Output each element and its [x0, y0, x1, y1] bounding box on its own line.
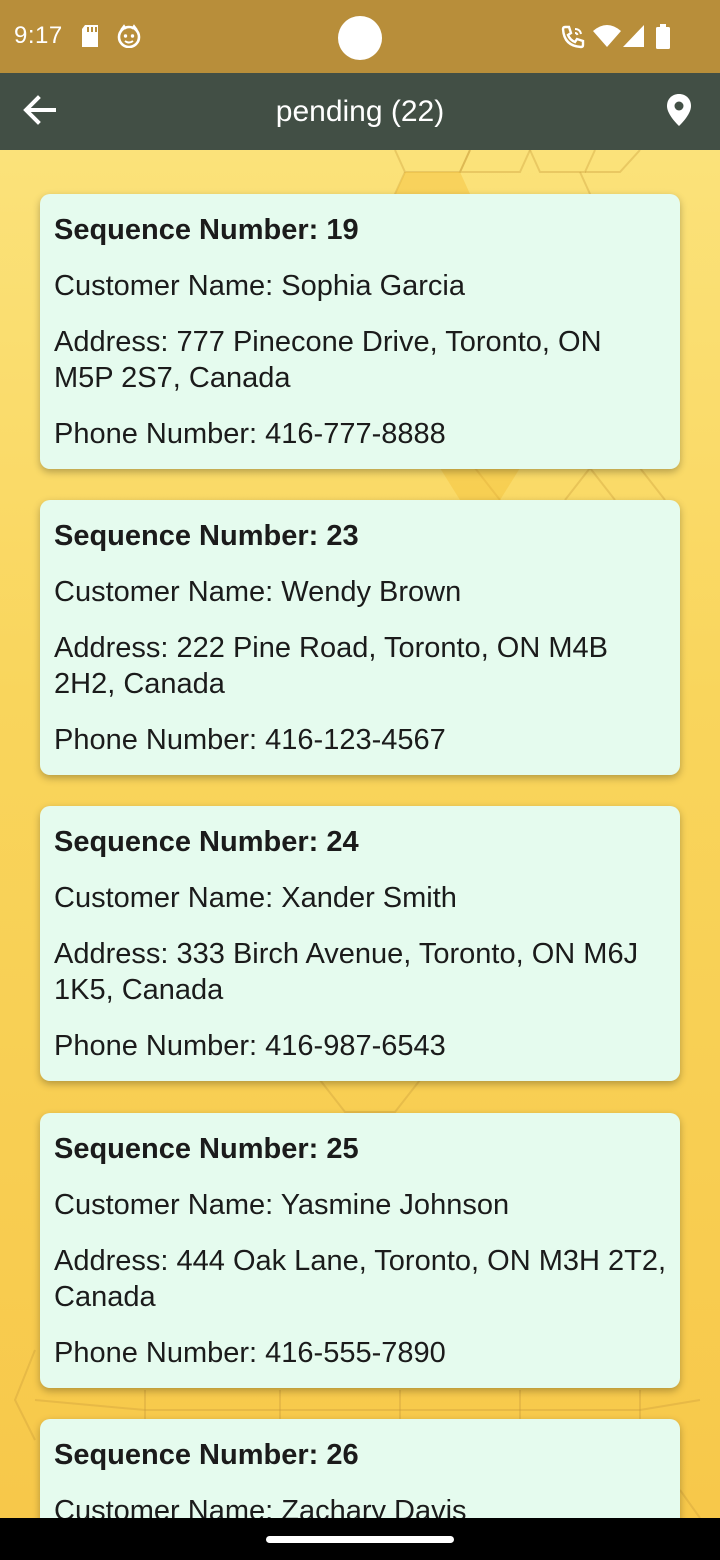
sequence-number: Sequence Number: 24: [54, 826, 359, 858]
customer-name: Customer Name: Yasmine Johnson: [54, 1189, 510, 1221]
page-title: pending (22): [275, 95, 445, 128]
address: Address: 333 Birch Avenue, Toronto, ON M…: [54, 938, 639, 1006]
sequence-number: Sequence Number: 19: [54, 214, 359, 246]
customer-name: Customer Name: Zachary Davis: [54, 1495, 467, 1518]
wifi-calling-icon: [560, 24, 586, 55]
address: Address: 444 Oak Lane, Toronto, ON M3H 2…: [54, 1245, 667, 1313]
address: Address: 777 Pinecone Drive, Toronto, ON…: [54, 326, 602, 394]
map-location-button[interactable]: [658, 91, 700, 133]
face-icon: [117, 24, 141, 53]
location-pin-icon: [666, 93, 692, 132]
wifi-icon: [592, 24, 622, 53]
phone-number: Phone Number: 416-987-6543: [54, 1030, 446, 1062]
home-gesture-handle[interactable]: [266, 1536, 454, 1543]
order-card[interactable]: Sequence Number: 26 Customer Name: Zacha…: [40, 1419, 680, 1518]
navigation-bar: [0, 1518, 720, 1560]
phone-number: Phone Number: 416-777-8888: [54, 418, 446, 450]
sequence-number: Sequence Number: 25: [54, 1133, 359, 1165]
order-card[interactable]: Sequence Number: 25 Customer Name: Yasmi…: [40, 1113, 680, 1388]
status-bar: 9:17: [0, 0, 720, 73]
camera-cutout: [338, 16, 382, 60]
status-time: 9:17: [14, 22, 63, 49]
phone-number: Phone Number: 416-123-4567: [54, 724, 446, 756]
app-bar: pending (22): [0, 73, 720, 150]
battery-icon: [655, 24, 671, 55]
sequence-number: Sequence Number: 26: [54, 1439, 359, 1471]
order-card[interactable]: Sequence Number: 19 Customer Name: Sophi…: [40, 194, 680, 469]
sd-card-icon: [80, 24, 100, 53]
customer-name: Customer Name: Sophia Garcia: [54, 270, 465, 302]
order-card[interactable]: Sequence Number: 24 Customer Name: Xande…: [40, 806, 680, 1081]
phone-number: Phone Number: 416-555-7890: [54, 1337, 446, 1369]
signal-icon: [622, 24, 646, 53]
customer-name: Customer Name: Wendy Brown: [54, 576, 462, 608]
pending-orders-list[interactable]: Sequence Number: 19 Customer Name: Sophi…: [0, 150, 720, 1518]
order-card[interactable]: Sequence Number: 23 Customer Name: Wendy…: [40, 500, 680, 775]
sequence-number: Sequence Number: 23: [54, 520, 359, 552]
customer-name: Customer Name: Xander Smith: [54, 882, 457, 914]
address: Address: 222 Pine Road, Toronto, ON M4B …: [54, 632, 608, 700]
